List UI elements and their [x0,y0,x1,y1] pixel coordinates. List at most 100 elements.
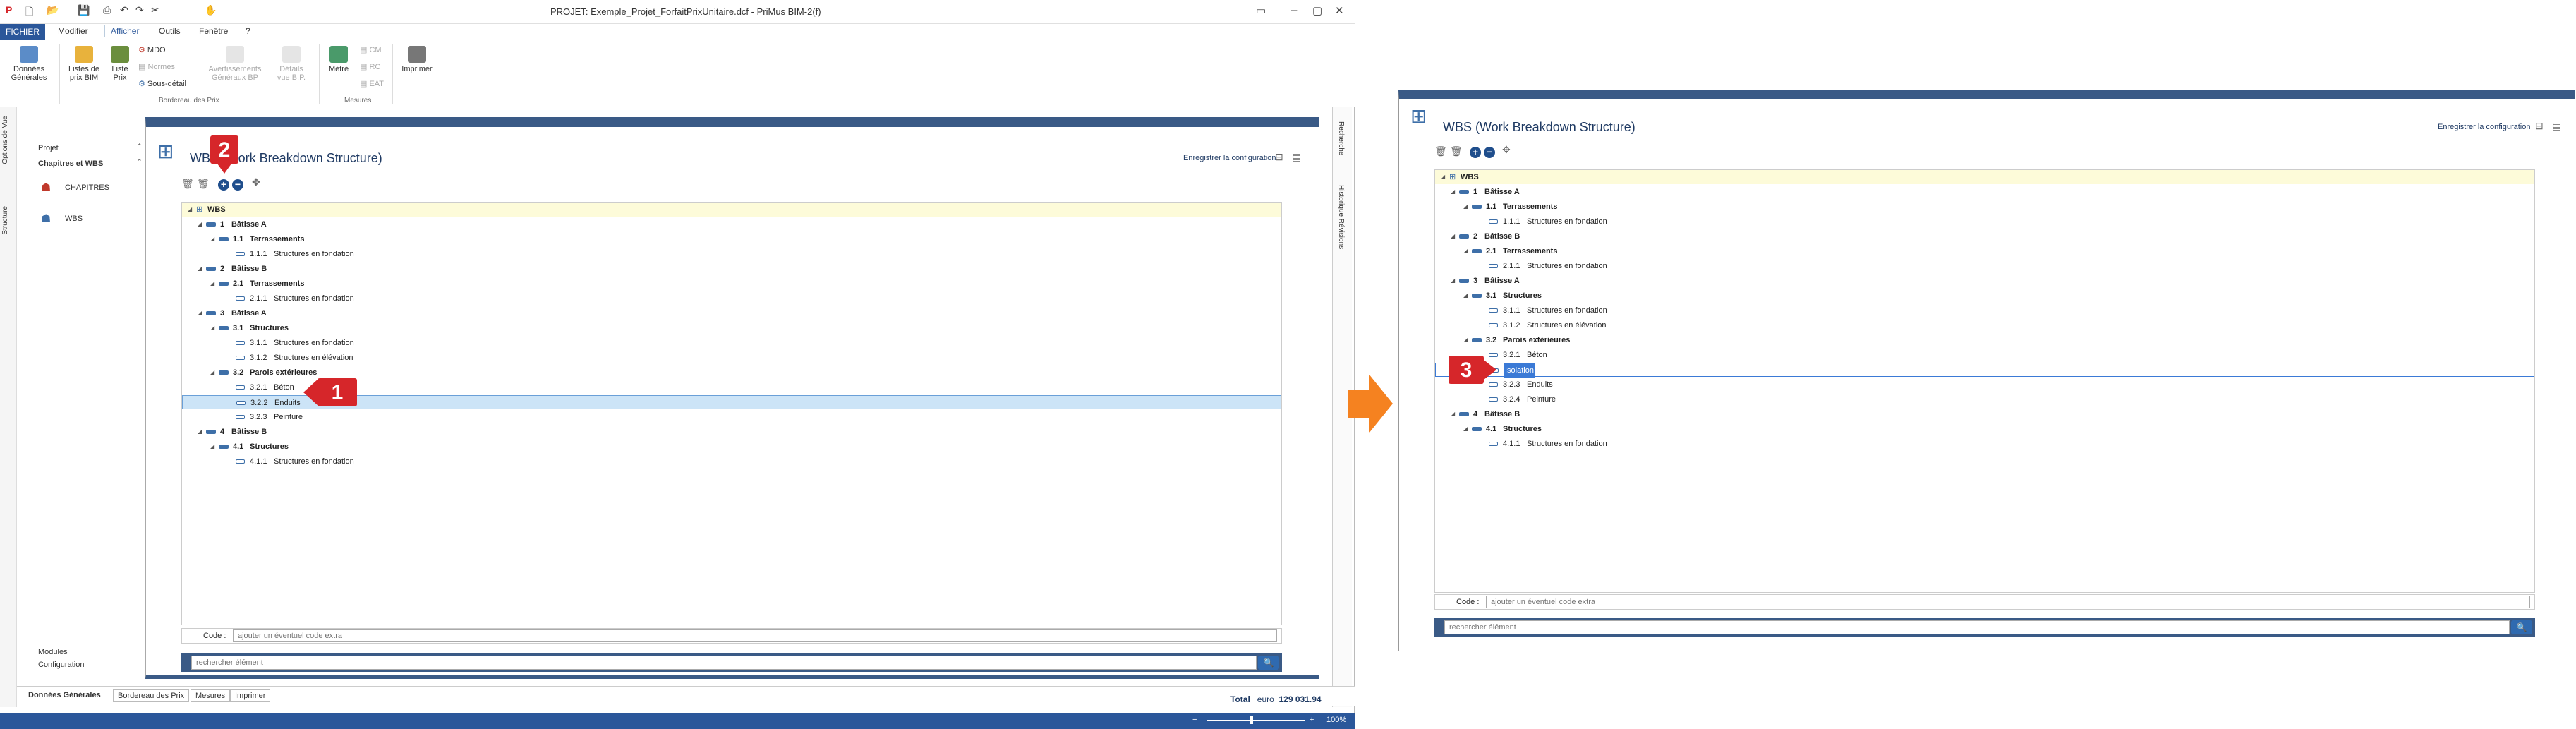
tree-group-row[interactable]: ◢ 4 Bâtisse B [1435,407,2534,421]
expand-arrow-icon[interactable]: ◢ [188,203,192,217]
tree-group-row[interactable]: ◢ 1 Bâtisse A [182,217,1281,231]
menu-fenetre[interactable]: Fenêtre [199,26,228,36]
minimize-icon[interactable]: – [1291,4,1297,16]
zoom-in-icon[interactable]: + [1310,716,1314,724]
menu-outils[interactable]: Outils [159,26,181,36]
avertissements-button[interactable]: Avertissements Généraux BP [203,46,267,82]
tree-group-row[interactable]: ◢ 4.1 Structures [1435,422,2534,436]
redo-icon[interactable]: ↷ [135,4,144,16]
tree-group-row[interactable]: ◢ 2.1 Terrassements [182,277,1281,291]
tree-leaf-row[interactable]: 2.1.1 Structures en fondation [1435,259,2534,273]
nav-wbs[interactable]: WBS [65,215,83,223]
configuration-section[interactable]: Configuration [38,661,84,669]
tree-leaf-row[interactable]: Isolation [1435,363,2534,378]
projet-section[interactable]: Projet [38,144,59,152]
ribbon-toggle-icon[interactable]: ▭ [1256,4,1266,17]
tree-leaf-row[interactable]: 3.1.1 Structures en fondation [1435,303,2534,318]
tab-mesures[interactable]: Mesures [191,689,231,702]
eat-button[interactable]: ▤ EAT [360,80,384,88]
expand-arrow-icon[interactable]: ◢ [210,440,214,454]
tree-leaf-row[interactable]: 3.2.3 Enduits [1435,378,2534,392]
move-arrows-icon[interactable]: ✥ [1502,144,1511,156]
search-button[interactable]: 🔍 [2511,620,2532,634]
menu-afficher[interactable]: Afficher [104,25,146,37]
tree-group-row[interactable]: ◢ 3 Bâtisse A [1435,274,2534,288]
add-child-button[interactable]: + [1470,147,1481,158]
normes-button[interactable]: ▤ Normes [138,63,175,71]
expand-arrow-icon[interactable]: ◢ [198,262,202,276]
tree-group-row[interactable]: ◢ 1.1 Terrassements [182,232,1281,246]
remove-button[interactable]: − [232,179,243,191]
tree-group-row[interactable]: ◢ 4 Bâtisse B [182,425,1281,439]
tab-imprimer[interactable]: Imprimer [230,689,271,702]
zoom-thumb[interactable] [1250,716,1253,724]
tab-donnees-generales[interactable]: Données Générales [24,689,105,701]
expand-arrow-icon[interactable]: ◢ [1451,229,1455,243]
expand-arrow-icon[interactable]: ◢ [210,321,214,335]
recherche-tab[interactable]: Recherche [1337,121,1345,155]
tree-root[interactable]: ◢ ⊞ WBS [182,203,1281,217]
tree-group-row[interactable]: ◢ 2.1 Terrassements [1435,244,2534,258]
metre-button[interactable]: Métré [325,46,353,73]
tree-group-row[interactable]: ◢ 3.1 Structures [1435,289,2534,303]
donnees-generales-button[interactable]: Données Générales [4,46,54,82]
save-config-link[interactable]: Enregistrer la configuration [2438,123,2530,131]
save-icon[interactable]: 💾 [78,4,90,16]
expand-arrow-icon[interactable]: ◢ [198,306,202,320]
cut-icon[interactable]: ✂ [151,4,159,16]
undo-icon[interactable]: ↶ [120,4,128,16]
delete-all-icon[interactable]: 🗑 [1450,145,1463,157]
config-icon[interactable]: ⊟ [1275,151,1283,163]
zoom-out-icon[interactable]: − [1192,716,1197,724]
node-edit-field[interactable]: Isolation [1504,363,1535,378]
tree-group-row[interactable]: ◢ 1.1 Terrassements [1435,200,2534,214]
search-input[interactable] [1444,620,2510,634]
config-icon[interactable]: ⊟ [2535,120,2544,132]
menu-help[interactable]: ? [246,26,250,36]
expand-arrow-icon[interactable]: ◢ [1463,422,1468,436]
expand-arrow-icon[interactable]: ◢ [210,366,214,380]
save-config-link[interactable]: Enregistrer la configuration [1183,154,1276,162]
tree-group-row[interactable]: ◢ 3.1 Structures [182,321,1281,335]
code-input[interactable] [1486,596,2530,608]
expand-arrow-icon[interactable]: ◢ [1463,244,1468,258]
expand-arrow-icon[interactable]: ◢ [210,232,214,246]
tree-leaf-row[interactable]: 3.1.2 Structures en élévation [1435,318,2534,332]
details-vue-button[interactable]: Détails vue B.P. [274,46,309,82]
menu-modifier[interactable]: Modifier [58,26,88,36]
delete-icon[interactable]: 🗑 [181,178,194,190]
rc-button[interactable]: ▤ RC [360,63,380,71]
cm-button[interactable]: ▤ CM [360,46,382,54]
mdo-button[interactable]: ⚙ MDO [138,46,166,54]
remove-button[interactable]: − [1484,147,1495,158]
tree-leaf-row[interactable]: 1.1.1 Structures en fondation [1435,215,2534,229]
tree-group-row[interactable]: ◢ 3.2 Parois extérieures [182,366,1281,380]
tree-leaf-row[interactable]: 3.2.4 Peinture [1435,392,2534,406]
delete-all-icon[interactable]: 🗑 [197,178,210,190]
open-folder-icon[interactable]: 📂 [47,4,59,16]
tree-leaf-row[interactable]: 3.1.2 Structures en élévation [182,351,1281,365]
tree-group-row[interactable]: ◢ 1 Bâtisse A [1435,185,2534,199]
expand-arrow-icon[interactable]: ◢ [1441,170,1445,184]
options-de-vue-tab[interactable]: Options de Vue [1,116,9,164]
modules-section[interactable]: Modules [38,648,68,656]
move-arrows-icon[interactable]: ✥ [252,176,260,188]
doc-icon[interactable]: ▤ [2552,120,2561,132]
sous-detail-button[interactable]: ⚙ Sous-détail [138,80,186,88]
menu-fichier[interactable]: FICHIER [0,24,45,40]
search-button[interactable]: 🔍 [1258,656,1279,670]
expand-arrow-icon[interactable]: ◢ [198,425,202,439]
expand-arrow-icon[interactable]: ◢ [1451,274,1455,288]
historique-tab[interactable]: Historique Révisions [1337,185,1345,249]
collapse-icon[interactable]: ⌃ [137,143,143,150]
expand-arrow-icon[interactable]: ◢ [198,217,202,231]
tree-leaf-row[interactable]: 4.1.1 Structures en fondation [182,454,1281,469]
close-icon[interactable]: ✕ [1335,4,1344,17]
expand-arrow-icon[interactable]: ◢ [1451,185,1455,199]
tree-leaf-row[interactable]: 1.1.1 Structures en fondation [182,247,1281,261]
maximize-icon[interactable]: ▢ [1312,4,1322,17]
imprimer-button[interactable]: Imprimer [398,46,436,73]
tree-leaf-row[interactable]: 4.1.1 Structures en fondation [1435,437,2534,451]
tree-leaf-row[interactable]: 3.2.1 Béton [1435,348,2534,362]
tree-group-row[interactable]: ◢ 2 Bâtisse B [182,262,1281,276]
